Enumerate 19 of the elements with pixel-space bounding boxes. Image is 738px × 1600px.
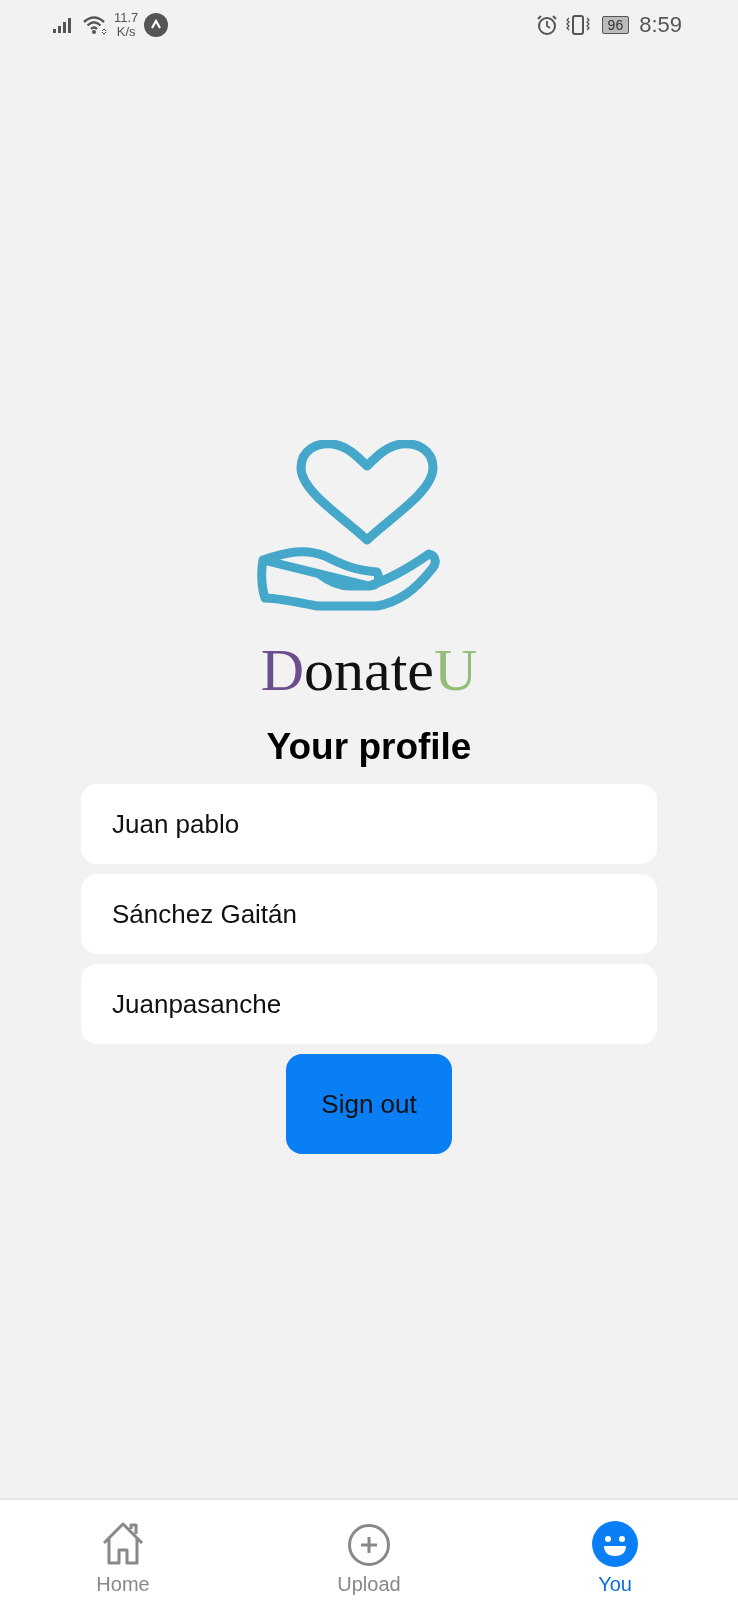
network-speed: 11.7 bbox=[114, 11, 139, 25]
input-field[interactable]: Juan pablo bbox=[81, 784, 657, 864]
sign-out-button[interactable]: Sign out bbox=[286, 1054, 452, 1154]
smiley-icon bbox=[592, 1521, 638, 1567]
nav-tab[interactable]: You bbox=[492, 1500, 738, 1600]
battery-indicator: 96 bbox=[601, 16, 630, 34]
page-title: Your profile bbox=[266, 726, 472, 768]
input-field[interactable]: Juanpasanche bbox=[81, 964, 657, 1044]
clock-time: 8:59 bbox=[639, 12, 682, 38]
add-icon bbox=[347, 1523, 391, 1567]
wifi-icon bbox=[82, 15, 108, 35]
input-field[interactable]: Sánchez Gaitán bbox=[81, 874, 657, 954]
nav-tab[interactable]: Upload bbox=[246, 1500, 492, 1600]
nav-tab[interactable]: Home bbox=[0, 1500, 246, 1600]
app-logo-text: DonateU bbox=[260, 638, 478, 702]
network-speed-unit: K/s bbox=[116, 25, 136, 39]
caret-icon bbox=[144, 13, 169, 37]
alarm-icon bbox=[535, 14, 558, 36]
heart-in-hand-icon bbox=[257, 440, 441, 612]
